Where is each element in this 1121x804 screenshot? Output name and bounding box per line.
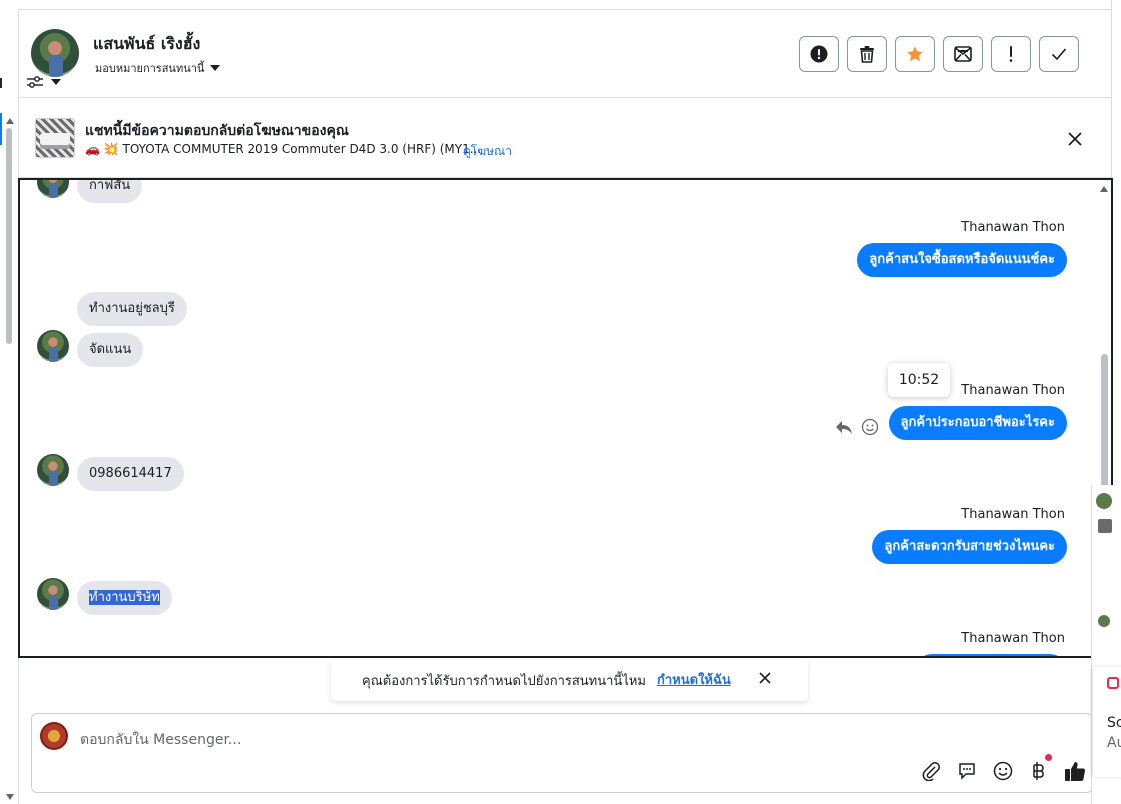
scroll-down-arrow-icon[interactable] xyxy=(6,794,14,800)
emoji-button[interactable] xyxy=(992,760,1014,782)
assign-to-me-link[interactable]: กำหนดให้ฉัน xyxy=(657,669,731,690)
conversation-header: แสนพันธ์ เริงฮั้ง มอบหมายการสนทนานี้ xyxy=(19,10,1111,98)
incoming-message[interactable]: จัดแนน xyxy=(77,333,144,367)
assign-dropdown[interactable]: มอบหมายการสนทนานี้ xyxy=(95,59,221,77)
message-text: ทำงานอยู่ชลบุรี xyxy=(89,301,175,316)
dismiss-prompt-button[interactable] xyxy=(758,671,774,687)
mark-done-button[interactable] xyxy=(1039,36,1079,72)
baht-icon xyxy=(1033,762,1044,780)
side-avatar[interactable] xyxy=(1096,493,1112,509)
side-conversation-list: Sc Au xyxy=(1091,485,1121,804)
left-scrollbar-thumb[interactable] xyxy=(6,128,12,344)
side-thumbnail[interactable] xyxy=(1098,519,1112,533)
message-text: ลูกค้าสะดวกรับสายช่วงไหนคะ xyxy=(884,539,1055,554)
close-icon xyxy=(1068,132,1082,146)
scroll-up-arrow-icon[interactable] xyxy=(1100,186,1108,192)
delete-button[interactable] xyxy=(847,36,887,72)
message-text: กาฟสัน xyxy=(89,178,131,193)
message-thread[interactable]: กาฟสัน Thanawan Thon ลูกค้าสนใจซื้อสดหรื… xyxy=(18,178,1113,658)
sender-avatar[interactable] xyxy=(37,330,69,362)
star-button[interactable] xyxy=(895,36,935,72)
close-banner-button[interactable] xyxy=(1065,129,1085,149)
ad-banner-subtitle: 🚗 💥 TOYOTA COMMUTER 2019 Commuter D4D 3.… xyxy=(85,142,482,156)
ad-thumbnail[interactable] xyxy=(35,118,75,158)
incoming-message[interactable]: ทำงานบริษัท xyxy=(77,581,172,615)
notification-dot xyxy=(1045,754,1052,761)
assign-prompt-text: คุณต้องการได้รับการกำหนดไปยังการสนทนานี้… xyxy=(362,674,646,689)
outgoing-message[interactable]: ลูกค้าสะดวกรับสายช่วงไหนคะ xyxy=(872,530,1067,564)
outgoing-message[interactable]: ลูกค้าประกอบอาชีพอะไรคะ xyxy=(888,406,1067,440)
composer-toolbar xyxy=(920,754,1086,782)
mark-unread-icon xyxy=(954,46,972,62)
sender-name: Thanawan Thon xyxy=(961,507,1065,522)
sliders-icon xyxy=(27,75,43,89)
sender-avatar[interactable] xyxy=(37,578,69,610)
chat-bubble-icon xyxy=(959,763,975,780)
thread-scrollbar-thumb[interactable] xyxy=(1101,354,1108,490)
nav-marker xyxy=(0,78,2,88)
app-icon xyxy=(1107,677,1119,689)
timestamp-tooltip: 10:52 xyxy=(888,363,950,397)
assign-label: มอบหมายการสนทนานี้ xyxy=(95,62,205,75)
contact-name[interactable]: แสนพันธ์ เริงฮั้ง xyxy=(93,32,200,57)
header-action-bar xyxy=(799,36,1079,72)
filter-dropdown[interactable] xyxy=(27,75,61,89)
scroll-up-arrow-icon[interactable] xyxy=(6,118,14,124)
outgoing-message[interactable] xyxy=(915,654,1067,656)
reply-icon[interactable] xyxy=(835,419,853,439)
active-indicator xyxy=(0,113,2,145)
attach-button[interactable] xyxy=(920,760,942,782)
ad-reply-banner: แชทนี้มีข้อความตอบกลับต่อโฆษณาของคุณ 🚗 💥… xyxy=(19,99,1111,178)
sender-avatar[interactable] xyxy=(37,180,69,198)
left-scrollbar[interactable] xyxy=(4,118,14,800)
mark-unread-button[interactable] xyxy=(943,36,983,72)
incoming-message[interactable]: ทำงานอยู่ชลบุรี xyxy=(77,292,187,326)
assign-prompt: คุณต้องการได้รับการกำหนดไปยังการสนทนานี้… xyxy=(331,659,808,701)
sender-name: Thanawan Thon xyxy=(961,631,1065,646)
sender-name: Thanawan Thon xyxy=(961,220,1065,235)
trash-icon xyxy=(860,46,874,63)
paperclip-icon xyxy=(922,762,940,781)
page-avatar xyxy=(40,722,68,750)
left-nav-strip xyxy=(0,0,18,804)
view-ad-link[interactable]: ดูโฆษณา xyxy=(463,142,512,161)
payment-button[interactable] xyxy=(1028,754,1052,782)
incoming-message[interactable]: 0986614417 xyxy=(77,457,184,491)
side-card[interactable]: Sc Au xyxy=(1093,667,1121,777)
sender-avatar[interactable] xyxy=(37,454,69,486)
report-button[interactable] xyxy=(799,36,839,72)
close-icon xyxy=(759,672,771,684)
message-text: จัดแนน xyxy=(89,342,132,357)
side-avatar[interactable] xyxy=(1098,615,1110,627)
ad-banner-title: แชทนี้มีข้อความตอบกลับต่อโฆษณาของคุณ xyxy=(85,123,349,139)
side-card-line: Sc xyxy=(1107,715,1121,731)
message-text: 0986614417 xyxy=(89,466,172,481)
message-hover-actions xyxy=(835,418,879,440)
reply-composer: ตอบกลับใน Messenger... xyxy=(31,713,1093,793)
incoming-message[interactable]: กาฟสัน xyxy=(77,178,143,203)
thumbs-up-icon xyxy=(1065,762,1086,782)
outgoing-message[interactable]: ลูกค้าสนใจซื้อสดหรือจัดแนนช์คะ xyxy=(857,243,1067,277)
message-text: ลูกค้าสนใจซื้อสดหรือจัดแนนช์คะ xyxy=(869,252,1055,267)
saved-replies-button[interactable] xyxy=(956,760,978,782)
alert-circle-icon xyxy=(810,45,828,63)
sender-name: Thanawan Thon xyxy=(961,383,1065,398)
chevron-down-icon xyxy=(51,79,61,85)
emoji-icon xyxy=(993,761,1013,781)
star-icon xyxy=(907,46,923,62)
message-text: ลูกค้าประกอบอาชีพอะไรคะ xyxy=(900,415,1055,430)
reply-input[interactable]: ตอบกลับใน Messenger... xyxy=(80,729,241,751)
react-emoji-icon[interactable] xyxy=(861,418,879,440)
side-card-line: Au xyxy=(1107,735,1121,751)
chevron-down-icon xyxy=(210,65,221,71)
contact-avatar[interactable] xyxy=(31,29,79,77)
like-button[interactable] xyxy=(1064,760,1086,782)
important-button[interactable] xyxy=(991,36,1031,72)
exclamation-icon xyxy=(1009,46,1013,62)
message-text: ทำงานบริษัท xyxy=(89,590,160,605)
checkmark-icon xyxy=(1051,48,1067,61)
